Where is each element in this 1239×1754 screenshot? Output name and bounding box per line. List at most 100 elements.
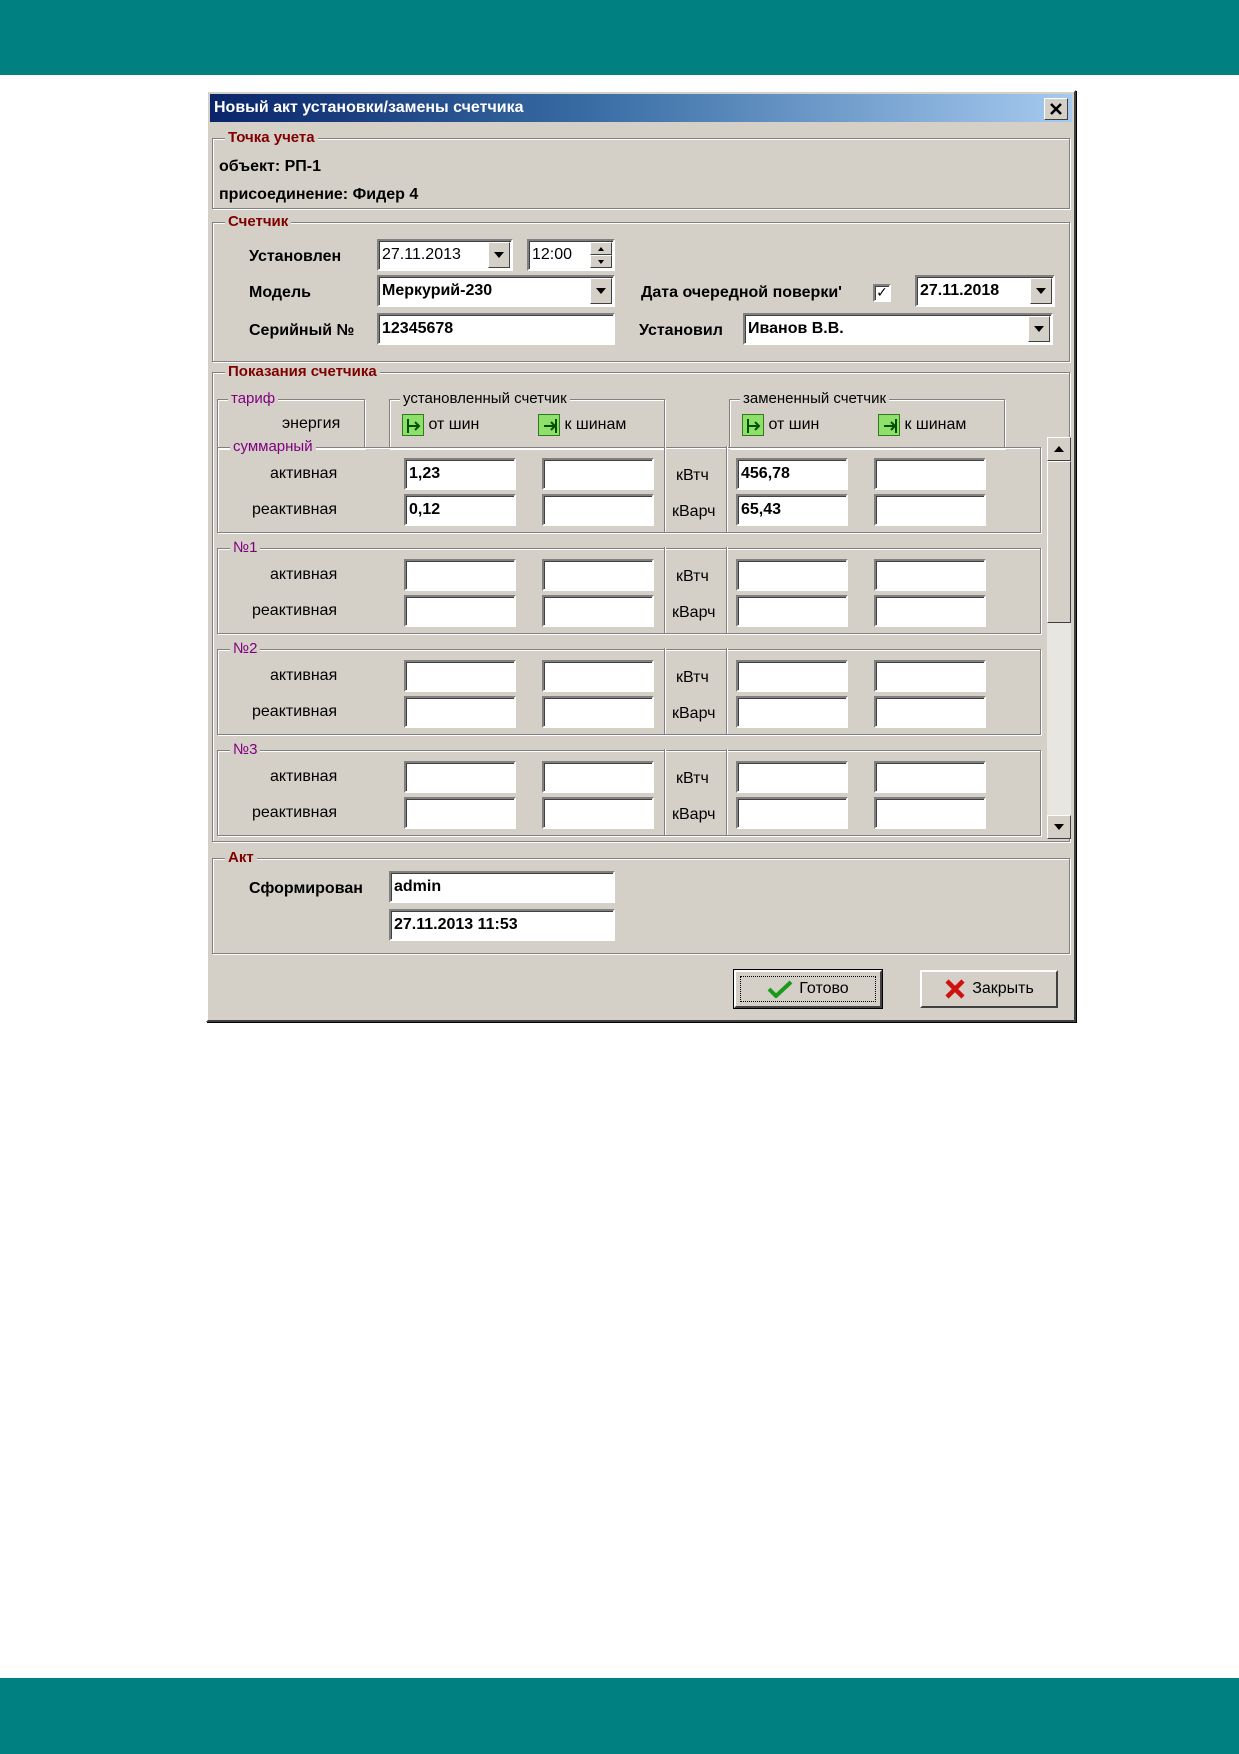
close-button[interactable]: Закрыть: [920, 970, 1058, 1008]
reading-input[interactable]: [874, 458, 986, 490]
repl-to-bus-label: к шинам: [904, 416, 967, 434]
inst-to-bus: к шинам: [538, 414, 626, 436]
reading-input[interactable]: [736, 797, 848, 829]
time-spin-up[interactable]: [590, 242, 612, 255]
reading-input[interactable]: [542, 761, 654, 793]
connection-line: присоединение: Фидер 4: [219, 186, 419, 203]
replaced-header-box: замененный счетчик от шин к шинам: [729, 390, 1005, 449]
installer-label: Установил: [639, 322, 723, 339]
divider: [664, 547, 666, 633]
reading-input[interactable]: [542, 595, 654, 627]
reading-input[interactable]: 65,43: [736, 494, 848, 526]
serial-input[interactable]: 12345678: [377, 313, 615, 345]
installed-date-dropdown[interactable]: 27.11.2013: [377, 239, 513, 271]
act-legend: Акт: [225, 849, 257, 867]
repl-from-bus: от шин: [742, 414, 819, 436]
inst-to-bus-label: к шинам: [564, 416, 627, 434]
reading-input[interactable]: [736, 660, 848, 692]
scroll-thumb[interactable]: [1047, 461, 1071, 623]
formed-label: Сформирован: [249, 880, 363, 897]
installed-label: Установлен: [249, 248, 342, 265]
reading-input[interactable]: [874, 494, 986, 526]
reading-input[interactable]: [542, 559, 654, 591]
reading-input[interactable]: [874, 559, 986, 591]
reading-input[interactable]: [736, 595, 848, 627]
unit-label: кВарч: [672, 503, 716, 520]
row-label: реактивная: [252, 501, 338, 518]
title-bar[interactable]: Новый акт установки/замены счетчика: [210, 94, 1072, 122]
top-band: [0, 0, 1239, 75]
readings-group: Показания счетчика тариф энергия установ…: [212, 363, 1071, 842]
point-legend: Точка учета: [225, 129, 318, 147]
divider: [726, 749, 728, 835]
chevron-down-icon: [1036, 288, 1046, 294]
tariff-legend: тариф: [228, 390, 279, 408]
model-dropdown[interactable]: Меркурий-230: [377, 275, 615, 307]
unit-label: кВарч: [672, 604, 716, 621]
reading-input[interactable]: [736, 696, 848, 728]
bottom-band: [0, 1678, 1239, 1754]
reading-input[interactable]: [404, 660, 516, 692]
reading-input[interactable]: 456,78: [736, 458, 848, 490]
repl-to-bus: к шинам: [878, 414, 966, 436]
focus-rect: [740, 976, 876, 1002]
reading-input[interactable]: [874, 660, 986, 692]
reading-input[interactable]: [874, 797, 986, 829]
installer-dropdown[interactable]: Иванов В.В.: [743, 313, 1053, 345]
reading-input[interactable]: [736, 559, 848, 591]
reading-input[interactable]: [542, 797, 654, 829]
installer-dropdown-button[interactable]: [1028, 316, 1050, 342]
model-value: Меркурий-230: [382, 282, 493, 299]
installed-time-spinner[interactable]: 12:00: [527, 239, 615, 271]
close-label: Закрыть: [972, 980, 1034, 997]
scroll-down-icon: [1054, 824, 1064, 830]
installer-value: Иванов В.В.: [748, 320, 844, 337]
installed-date-dropdown-button[interactable]: [488, 242, 510, 268]
reading-input[interactable]: [404, 595, 516, 627]
spin-up-icon: [598, 246, 604, 251]
reading-input[interactable]: [874, 595, 986, 627]
scroll-down-button[interactable]: [1047, 815, 1071, 839]
readings-scrollbar[interactable]: [1047, 437, 1071, 839]
next-check-checkbox[interactable]: ✓: [873, 284, 891, 302]
row-label: активная: [270, 566, 338, 583]
model-dropdown-button[interactable]: [590, 278, 612, 304]
row-label: реактивная: [252, 804, 338, 821]
divider: [726, 446, 728, 532]
unit-label: кВтч: [676, 770, 709, 787]
reading-input[interactable]: [874, 696, 986, 728]
scroll-up-button[interactable]: [1047, 437, 1071, 461]
reading-input[interactable]: [404, 559, 516, 591]
reading-input[interactable]: [736, 761, 848, 793]
to-bus-icon: [538, 414, 560, 436]
reading-input[interactable]: [404, 696, 516, 728]
tariff-group-3: №3 активная кВтч реактивная кВарч: [217, 741, 1041, 836]
reading-input[interactable]: [874, 761, 986, 793]
reading-input[interactable]: 0,12: [404, 494, 516, 526]
time-spin-down[interactable]: [590, 255, 612, 268]
formed-at-input[interactable]: 27.11.2013 11:53: [389, 909, 615, 941]
reading-input[interactable]: [404, 797, 516, 829]
divider: [726, 648, 728, 734]
serial-label: Серийный №: [249, 322, 355, 339]
installed-date-value: 27.11.2013: [382, 246, 461, 263]
reading-input[interactable]: [404, 761, 516, 793]
point-group: Точка учета объект: РП-1 присоединение: …: [212, 129, 1070, 209]
ok-button[interactable]: Готово: [733, 969, 883, 1009]
divider: [664, 648, 666, 734]
next-check-date-dropdown[interactable]: 27.11.2018: [915, 275, 1055, 307]
reading-input[interactable]: [542, 458, 654, 490]
reading-input[interactable]: [542, 494, 654, 526]
close-icon: [1050, 103, 1062, 115]
divider: [664, 446, 666, 532]
formed-by-input[interactable]: admin: [389, 871, 615, 903]
spin-down-icon: [598, 259, 604, 264]
to-bus-icon: [878, 414, 900, 436]
readings-legend: Показания счетчика: [225, 363, 380, 381]
next-check-date-dropdown-button[interactable]: [1030, 278, 1052, 304]
reading-input[interactable]: [542, 696, 654, 728]
reading-input[interactable]: 1,23: [404, 458, 516, 490]
title-close-button[interactable]: [1044, 98, 1068, 120]
row-label: реактивная: [252, 602, 338, 619]
reading-input[interactable]: [542, 660, 654, 692]
